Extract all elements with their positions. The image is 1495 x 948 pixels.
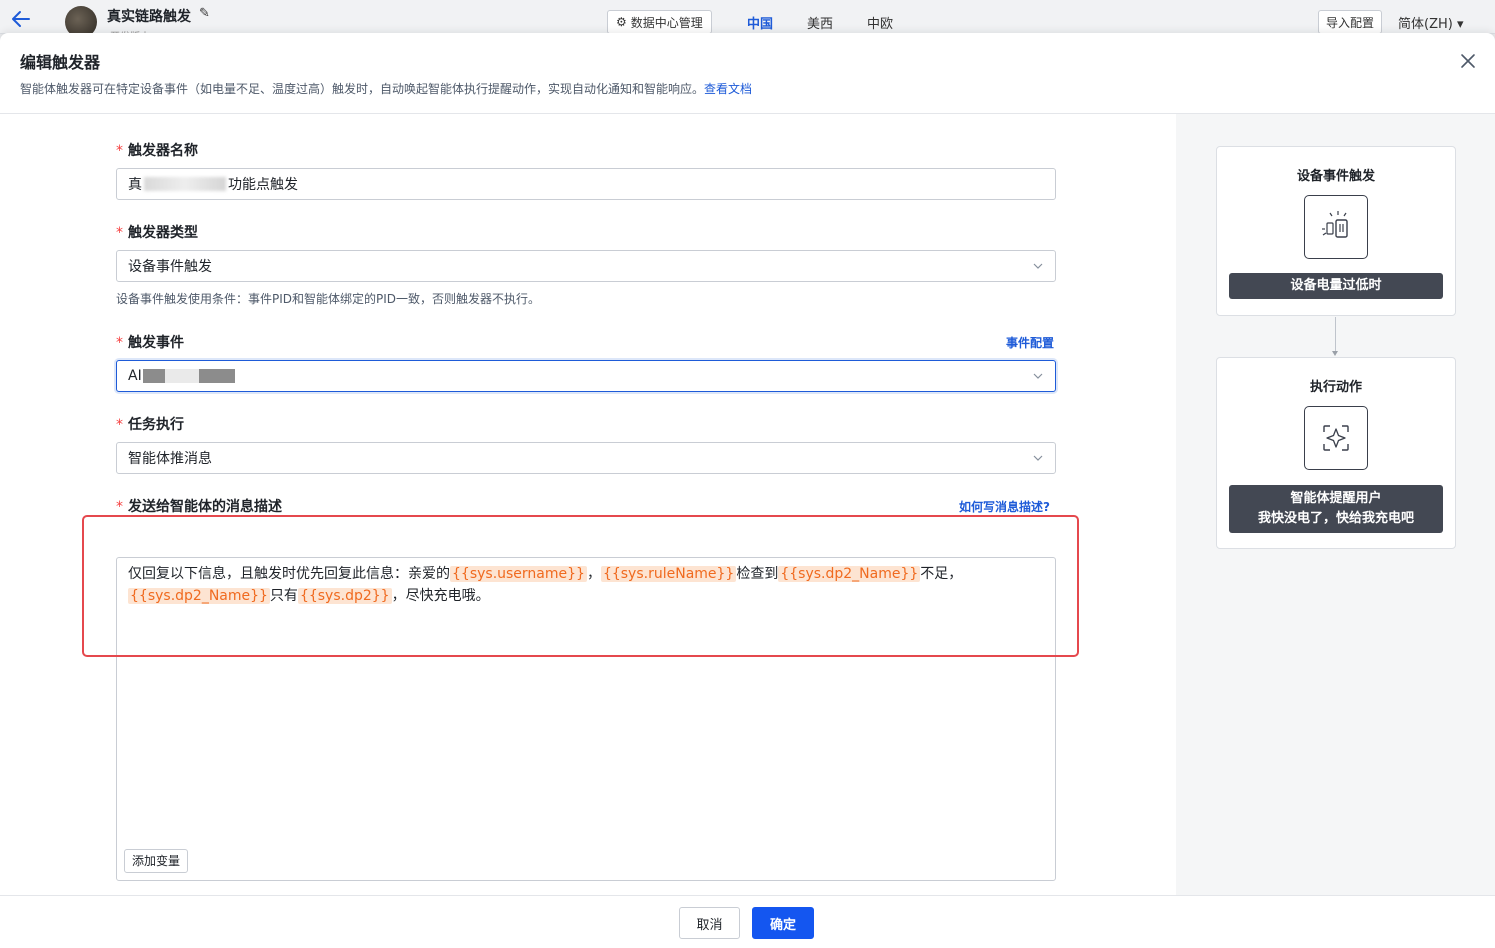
- event-config-link[interactable]: 事件配置: [1006, 334, 1054, 351]
- region-tab-us-west[interactable]: 美西: [807, 13, 833, 32]
- flow-connector-line: [1335, 317, 1336, 353]
- trigger-preview-card: 设备事件触发 设备电量过低时: [1216, 146, 1456, 316]
- message-text-segment: ，尽快充电哦。: [391, 588, 490, 604]
- trigger-type-label-text: 触发器类型: [128, 225, 198, 241]
- message-text-segment: 只有: [269, 588, 298, 604]
- gear-icon: ⚙: [616, 15, 627, 29]
- close-icon[interactable]: [1459, 52, 1477, 70]
- required-mark: *: [116, 143, 123, 159]
- trigger-name-value-suffix: 功能点触发: [228, 177, 298, 193]
- redacted-block: [198, 369, 235, 383]
- message-content: 仅回复以下信息，且触发时优先回复此信息：亲爱的 {{sys.username}}，…: [128, 563, 1044, 607]
- message-description-textarea[interactable]: 仅回复以下信息，且触发时优先回复此信息：亲爱的 {{sys.username}}，…: [116, 557, 1056, 881]
- data-center-button-label: 数据中心管理: [630, 15, 703, 30]
- chevron-down-icon: [1033, 263, 1043, 269]
- modal-description: 智能体触发器可在特定设备事件（如电量不足、温度过高）触发时，自动唤起智能体执行提…: [20, 80, 752, 97]
- trigger-type-select[interactable]: 设备事件触发: [116, 250, 1056, 282]
- task-execution-select[interactable]: 智能体推消息: [116, 442, 1056, 474]
- flow-connector-arrow-icon: [1332, 351, 1338, 356]
- redacted-block: [164, 369, 199, 383]
- trigger-event-label: * 触发事件: [116, 332, 184, 352]
- trigger-name-label-text: 触发器名称: [128, 143, 198, 159]
- chevron-down-icon: [1033, 455, 1043, 461]
- action-card-title: 执行动作: [1309, 380, 1362, 395]
- view-docs-link[interactable]: 查看文档: [704, 82, 752, 96]
- message-text-segment: ，: [586, 566, 601, 582]
- redacted-text: [144, 177, 226, 191]
- import-config-button[interactable]: 导入配置: [1318, 10, 1383, 34]
- required-mark: *: [116, 225, 123, 241]
- trigger-event-select[interactable]: AI: [116, 360, 1056, 392]
- trigger-name-input[interactable]: 真 功能点触发: [116, 168, 1056, 200]
- task-execution-value: 智能体推消息: [128, 451, 212, 467]
- data-center-button[interactable]: ⚙ 数据中心管理: [607, 10, 712, 34]
- task-execution-label-text: 任务执行: [128, 417, 184, 433]
- region-tab-cn[interactable]: 中国: [747, 13, 773, 32]
- trigger-name-value-prefix: 真: [128, 177, 142, 193]
- modal-header: 编辑触发器 智能体触发器可在特定设备事件（如电量不足、温度过高）触发时，自动唤起…: [0, 33, 1495, 114]
- edit-pencil-icon[interactable]: ✎: [199, 6, 210, 21]
- trigger-type-value: 设备事件触发: [128, 259, 212, 275]
- device-alert-icon: [1304, 195, 1368, 259]
- app-topbar: 真实链路触发 ✎ 开发版本 ⚙ 数据中心管理 中国 美西 中欧 导入配置 简体(…: [0, 0, 1495, 43]
- message-variable-token: {{sys.dp2}}: [297, 588, 392, 604]
- message-text-segment: 检查到: [736, 566, 779, 582]
- language-label: 简体(ZH): [1398, 17, 1453, 32]
- caret-down-icon: ▾: [1456, 17, 1464, 32]
- required-mark: *: [116, 499, 123, 515]
- message-variable-token: {{sys.username}}: [450, 566, 587, 582]
- redacted-block: [142, 369, 165, 383]
- modal-title: 编辑触发器: [20, 53, 101, 72]
- confirm-button[interactable]: 确定: [752, 907, 814, 939]
- modal-description-text: 智能体触发器可在特定设备事件（如电量不足、温度过高）触发时，自动唤起智能体执行提…: [20, 82, 705, 96]
- ai-sparkle-icon: [1304, 406, 1368, 470]
- trigger-card-bar: 设备电量过低时: [1229, 273, 1443, 299]
- how-to-write-message-link[interactable]: 如何写消息描述?: [959, 498, 1050, 515]
- message-description-label: * 发送给智能体的消息描述: [116, 496, 282, 516]
- modal-footer: 取消 确定: [0, 895, 1495, 948]
- task-execution-label: * 任务执行: [116, 414, 184, 434]
- trigger-name-label: * 触发器名称: [116, 140, 198, 160]
- required-mark: *: [116, 335, 123, 351]
- trigger-type-label: * 触发器类型: [116, 222, 198, 242]
- language-select[interactable]: 简体(ZH) ▾: [1398, 13, 1464, 32]
- flow-preview-panel: 设备事件触发 设备电量过低时 执行动作 智能体提醒用户 我快没电了，快给我充电吧: [1176, 114, 1495, 895]
- required-mark: *: [116, 417, 123, 433]
- region-tab-eu-central[interactable]: 中欧: [867, 13, 893, 32]
- message-variable-token: {{sys.ruleName}}: [600, 566, 737, 582]
- cancel-button[interactable]: 取消: [679, 907, 740, 939]
- trigger-event-label-text: 触发事件: [128, 335, 184, 351]
- message-description-label-text: 发送给智能体的消息描述: [128, 499, 282, 515]
- message-variable-token: {{sys.dp2_Name}}: [128, 588, 270, 604]
- trigger-event-value-prefix: AI: [128, 368, 142, 384]
- action-card-bar: 智能体提醒用户 我快没电了，快给我充电吧: [1229, 485, 1443, 533]
- message-variable-token: {{sys.dp2_Name}}: [778, 566, 921, 582]
- chevron-down-icon: [1033, 373, 1043, 379]
- message-text-segment: 不足，: [920, 566, 963, 582]
- project-title: 真实链路触发: [107, 9, 191, 25]
- action-preview-card: 执行动作 智能体提醒用户 我快没电了，快给我充电吧: [1216, 357, 1456, 549]
- trigger-type-hint: 设备事件触发使用条件：事件PID和智能体绑定的PID一致，否则触发器不执行。: [116, 292, 541, 306]
- edit-trigger-modal: 编辑触发器 智能体触发器可在特定设备事件（如电量不足、温度过高）触发时，自动唤起…: [0, 33, 1495, 948]
- message-text-segment: 仅回复以下信息，且触发时优先回复此信息：亲爱的: [128, 566, 450, 582]
- add-variable-button[interactable]: 添加变量: [124, 849, 189, 873]
- trigger-form: * 触发器名称 真 功能点触发 * 触发器类型 设备事件触发 设备事件触发使用条件：事…: [0, 114, 1176, 895]
- back-arrow-icon[interactable]: [10, 8, 32, 30]
- trigger-card-title: 设备事件触发: [1296, 169, 1375, 184]
